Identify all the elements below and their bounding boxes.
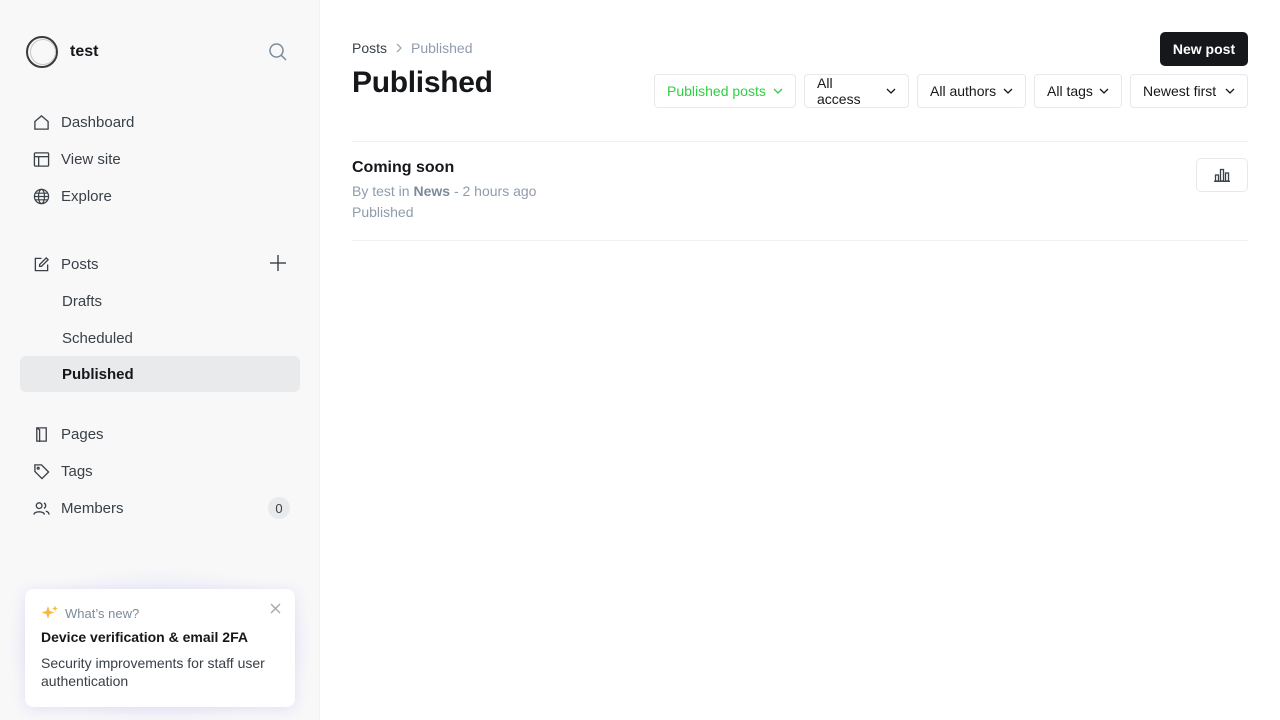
nav-pages[interactable]: Pages <box>20 416 300 452</box>
nav-members[interactable]: Members 0 <box>20 490 300 526</box>
site-logo <box>26 36 58 68</box>
nav-label: Members <box>61 499 124 517</box>
site-brand[interactable]: test <box>26 36 98 68</box>
layout-icon <box>32 150 50 168</box>
chevron-down-icon <box>773 88 783 94</box>
chevron-right-icon <box>395 43 403 53</box>
nav-dashboard[interactable]: Dashboard <box>20 104 300 140</box>
whats-new-card[interactable]: What’s new? Device verification & email … <box>25 589 295 707</box>
post-author: By test in <box>352 183 410 199</box>
filter-label: Newest first <box>1143 83 1217 99</box>
home-icon <box>32 113 50 131</box>
filter-tags[interactable]: All tags <box>1034 74 1122 108</box>
nav-label: Posts <box>61 255 99 273</box>
nav-label: Pages <box>61 425 104 443</box>
filter-label: All access <box>817 75 861 107</box>
filter-post-type[interactable]: Published posts <box>654 74 796 108</box>
members-count-badge: 0 <box>268 497 290 519</box>
close-icon <box>270 603 281 614</box>
search-button[interactable] <box>266 40 290 64</box>
new-post-button[interactable]: New post <box>1160 32 1248 66</box>
chevron-down-icon <box>1099 88 1109 94</box>
breadcrumb-posts-link[interactable]: Posts <box>352 40 387 56</box>
nav-drafts[interactable]: Drafts <box>20 283 300 319</box>
post-meta: By test in News - 2 hours ago <box>352 183 536 199</box>
nav-tags[interactable]: Tags <box>20 453 300 489</box>
post-list-item[interactable]: Coming soon By test in News - 2 hours ag… <box>352 142 1248 240</box>
globe-icon <box>32 187 50 205</box>
nav-label: Tags <box>61 462 93 480</box>
nav-label: Drafts <box>62 292 103 310</box>
edit-icon <box>32 255 50 273</box>
whats-new-header: What’s new? <box>41 605 279 621</box>
filter-label: All authors <box>930 83 997 99</box>
list-divider <box>352 240 1248 241</box>
members-icon <box>32 499 50 517</box>
nav-label: Dashboard <box>61 113 135 131</box>
chevron-down-icon <box>886 88 896 94</box>
chevron-down-icon <box>1225 88 1235 94</box>
nav-label: Published <box>62 365 134 383</box>
post-analytics-button[interactable] <box>1196 158 1248 192</box>
breadcrumb: Posts Published <box>352 40 473 56</box>
breadcrumb-current: Published <box>411 40 473 56</box>
post-status: Published <box>352 204 414 220</box>
plus-icon <box>270 255 286 271</box>
nav-label: Explore <box>61 187 112 205</box>
bar-chart-icon <box>1214 168 1230 182</box>
tag-icon <box>32 462 50 480</box>
search-icon <box>269 43 287 61</box>
chevron-down-icon <box>1003 88 1013 94</box>
filter-label: Published posts <box>667 83 766 99</box>
post-time: - 2 hours ago <box>453 183 537 199</box>
nav-label: Scheduled <box>62 329 133 347</box>
filter-access[interactable]: All access <box>804 74 909 108</box>
nav-scheduled[interactable]: Scheduled <box>20 320 300 356</box>
page-icon <box>32 425 50 443</box>
post-title: Coming soon <box>352 159 455 176</box>
whats-new-body: Security improvements for staff user aut… <box>41 655 265 689</box>
post-tag-link[interactable]: News <box>413 183 450 199</box>
close-whats-new-button[interactable] <box>270 603 281 614</box>
add-post-button[interactable] <box>266 251 290 275</box>
sparkle-icon <box>41 605 59 621</box>
nav-posts[interactable]: Posts <box>20 246 300 282</box>
nav-view-site[interactable]: View site <box>20 141 300 177</box>
filter-label: All tags <box>1047 83 1093 99</box>
whats-new-title: Device verification & email 2FA <box>41 629 248 645</box>
filter-sort-order[interactable]: Newest first <box>1130 74 1248 108</box>
nav-published[interactable]: Published <box>20 356 300 392</box>
site-name: test <box>70 43 99 60</box>
nav-label: View site <box>61 150 121 168</box>
whats-new-heading: What’s new? <box>65 605 140 621</box>
sidebar: test Dashboard View site Explore Posts D… <box>0 0 320 720</box>
page-title: Published <box>352 66 493 99</box>
nav-explore[interactable]: Explore <box>20 178 300 214</box>
filter-authors[interactable]: All authors <box>917 74 1026 108</box>
